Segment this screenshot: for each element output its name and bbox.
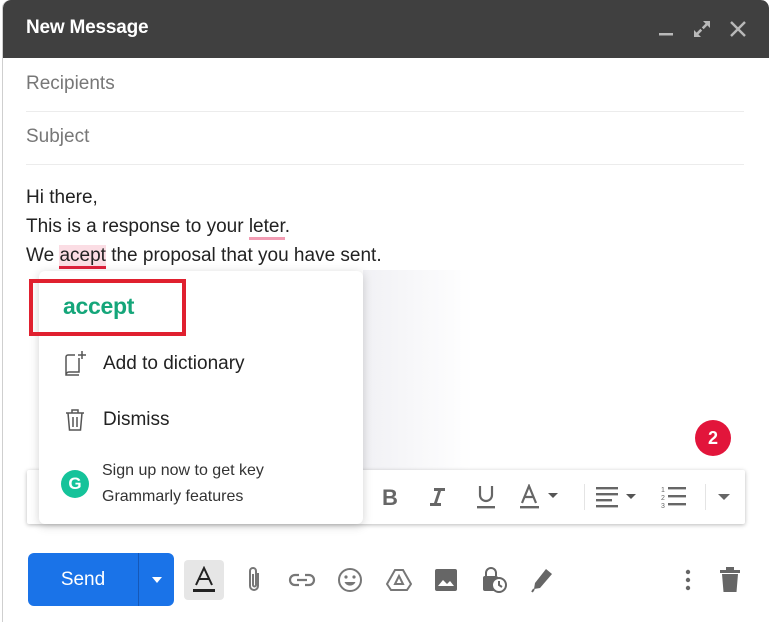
text-color-icon: [520, 484, 558, 509]
pen-icon: [531, 569, 552, 593]
grammarly-signup-promo[interactable]: G Sign up now to get key Grammarly featu…: [61, 458, 264, 510]
subject-input[interactable]: [26, 126, 744, 148]
confidential-mode-button[interactable]: [474, 560, 514, 600]
numbered-list-button[interactable]: 123: [657, 482, 691, 512]
dismiss-item[interactable]: Dismiss: [63, 405, 170, 435]
toolbar-separator: [705, 484, 706, 510]
more-options-button[interactable]: [668, 560, 708, 600]
insert-photo-button[interactable]: [426, 560, 466, 600]
body-text-segment: We: [26, 245, 60, 266]
spelling-error-leter[interactable]: leter: [248, 216, 285, 240]
grammarly-issue-badge[interactable]: 2: [695, 420, 731, 456]
italic-button[interactable]: [423, 482, 453, 512]
insert-emoji-button[interactable]: [330, 560, 370, 600]
more-formatting-button[interactable]: [713, 482, 735, 512]
dictionary-add-icon: [65, 351, 86, 376]
send-button[interactable]: Send: [28, 553, 138, 606]
chevron-down-icon: [718, 494, 730, 500]
svg-text:1: 1: [661, 487, 665, 494]
trash-icon: [720, 567, 740, 592]
close-icon: [730, 21, 746, 37]
attach-files-button[interactable]: [234, 560, 274, 600]
popup-shadow: [363, 270, 473, 470]
lock-clock-icon: [483, 567, 507, 593]
text-color-button[interactable]: [517, 482, 567, 512]
caret-down-icon: [151, 576, 162, 583]
add-to-dictionary-label: Add to dictionary: [103, 353, 245, 374]
schedule-send-dropdown[interactable]: [138, 553, 174, 606]
underline-button[interactable]: [471, 482, 501, 512]
paperclip-icon: [249, 567, 259, 591]
promo-text: Sign up now to get key Grammarly feature…: [102, 458, 264, 510]
promo-line-2: Grammarly features: [102, 488, 244, 505]
recipients-input[interactable]: [26, 73, 744, 95]
compose-title: New Message: [26, 17, 149, 38]
bold-icon: B: [382, 486, 398, 508]
align-button[interactable]: [593, 482, 643, 512]
expand-icon: [694, 21, 710, 37]
insert-signature-button[interactable]: [522, 560, 562, 600]
insert-drive-button[interactable]: [379, 560, 419, 600]
insert-link-button[interactable]: [282, 560, 322, 600]
dismiss-label: Dismiss: [103, 409, 170, 430]
more-vert-icon: [685, 569, 691, 591]
formatting-options-button[interactable]: [184, 560, 224, 600]
message-body[interactable]: Hi there, This is a response to your let…: [26, 183, 382, 270]
compose-window: New Message Hi there, This is a response…: [2, 0, 769, 622]
trash-icon: [66, 409, 84, 431]
drive-icon: [386, 569, 412, 591]
expand-button[interactable]: [691, 18, 713, 40]
body-text-segment: the proposal that you have sent.: [105, 245, 382, 266]
svg-text:B: B: [382, 486, 398, 508]
close-button[interactable]: [727, 18, 749, 40]
spelling-error-acept[interactable]: acept: [59, 245, 106, 269]
svg-text:2: 2: [661, 495, 665, 502]
emoji-icon: [338, 568, 362, 592]
suggestion-accept[interactable]: accept: [63, 293, 134, 320]
underline-icon: [477, 486, 495, 509]
align-left-icon: [596, 487, 636, 508]
add-to-dictionary-item[interactable]: Add to dictionary: [63, 349, 245, 379]
compose-titlebar[interactable]: New Message: [3, 0, 769, 58]
subject-field: [26, 112, 744, 165]
promo-line-1: Sign up now to get key: [102, 462, 264, 479]
body-line-2: This is a response to your leter.: [26, 212, 382, 241]
photo-icon: [435, 569, 457, 591]
body-text-segment: This is a response to your: [26, 216, 249, 237]
body-line-1: Hi there,: [26, 187, 98, 208]
italic-icon: [430, 488, 445, 506]
toolbar-separator: [584, 484, 585, 510]
bold-button[interactable]: B: [375, 482, 405, 512]
grammarly-logo-icon: G: [61, 470, 89, 498]
svg-text:3: 3: [661, 503, 665, 510]
body-text-segment: .: [284, 216, 291, 237]
compose-bottom-toolbar: Send: [3, 552, 769, 608]
recipients-field: [26, 59, 744, 112]
body-line-3: We acept the proposal that you have sent…: [26, 241, 382, 270]
minimize-button[interactable]: [655, 18, 677, 40]
discard-draft-button[interactable]: [710, 560, 750, 600]
minimize-icon: [659, 33, 673, 36]
numbered-list-icon: 123: [661, 487, 686, 510]
format-text-icon: [193, 566, 215, 592]
link-icon: [288, 573, 316, 587]
